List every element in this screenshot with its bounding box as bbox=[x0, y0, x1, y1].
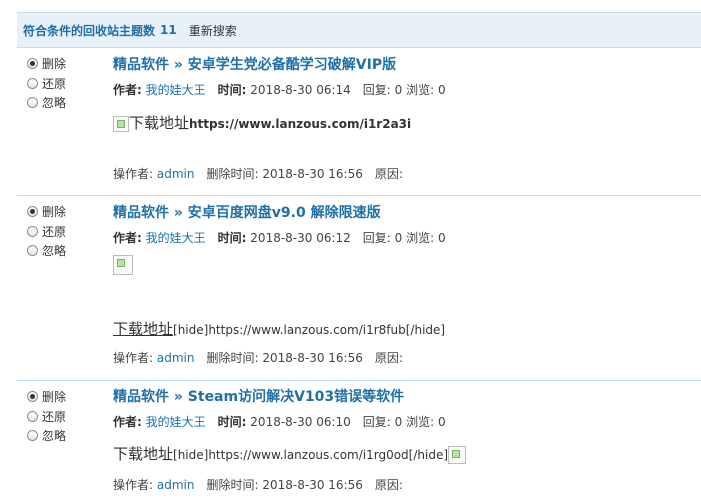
delete-info: 操作者: admin 删除时间: 2018-8-30 16:56 原因: bbox=[113, 351, 403, 365]
broken-image-icon bbox=[113, 255, 133, 275]
radio-ignore[interactable]: 忽略 bbox=[27, 426, 66, 446]
thread-meta: 作者: 我的娃大王 时间: 2018-8-30 06:14 回复: 0 浏览: 0 bbox=[113, 83, 446, 97]
radio-unchecked-icon[interactable] bbox=[27, 225, 38, 237]
action-radio-group: 删除 还原 忽略 bbox=[27, 54, 66, 113]
thread-title[interactable]: 精品软件 » Steam访问解决V103错误等软件 bbox=[113, 386, 404, 406]
results-header: 符合条件的回收站主题数 11 重新搜索 bbox=[17, 12, 701, 48]
radio-delete[interactable]: 删除 bbox=[27, 202, 66, 222]
radio-checked-icon[interactable] bbox=[27, 206, 38, 218]
download-url: https://www.lanzous.com/i1r2a3i bbox=[189, 117, 412, 131]
radio-unchecked-icon[interactable] bbox=[27, 430, 38, 442]
author-link[interactable]: 我的娃大王 bbox=[146, 415, 206, 429]
author-link[interactable]: 我的娃大王 bbox=[146, 83, 206, 97]
operator-link[interactable]: admin bbox=[157, 478, 195, 492]
recycle-item: 删除 还原 忽略 精品软件 » 安卓百度网盘v9.0 解除限速版 作者: 我的娃… bbox=[17, 196, 701, 381]
recycle-item: 删除 还原 忽略 精品软件 » 安卓学生党必备酷学习破解VIP版 作者: 我的娃… bbox=[17, 48, 701, 196]
radio-checked-icon[interactable] bbox=[27, 58, 38, 70]
radio-checked-icon[interactable] bbox=[27, 391, 38, 403]
radio-ignore[interactable]: 忽略 bbox=[27, 93, 66, 113]
radio-delete[interactable]: 删除 bbox=[27, 54, 66, 74]
thread-body: 下载地址[hide]https://www.lanzous.com/i1r8fu… bbox=[113, 318, 445, 339]
thread-title[interactable]: 精品软件 » 安卓百度网盘v9.0 解除限速版 bbox=[113, 202, 381, 222]
thread-meta: 作者: 我的娃大王 时间: 2018-8-30 06:12 回复: 0 浏览: 0 bbox=[113, 231, 446, 245]
action-radio-group: 删除 还原 忽略 bbox=[27, 387, 66, 446]
thread-meta: 作者: 我的娃大王 时间: 2018-8-30 06:10 回复: 0 浏览: 0 bbox=[113, 415, 446, 429]
research-link[interactable]: 重新搜索 bbox=[189, 22, 237, 39]
download-label: 下载地址 bbox=[113, 445, 174, 463]
download-url: [hide]https://www.lanzous.com/i1r8fub[/h… bbox=[173, 323, 446, 337]
broken-image-icon bbox=[113, 115, 129, 132]
radio-restore[interactable]: 还原 bbox=[27, 222, 66, 242]
download-url: [hide]https://www.lanzous.com/i1rg0od[/h… bbox=[173, 448, 449, 462]
broken-image-icon bbox=[448, 445, 467, 464]
thread-image bbox=[113, 255, 133, 275]
operator-link[interactable]: admin bbox=[157, 167, 195, 181]
results-title: 符合条件的回收站主题数 bbox=[23, 23, 156, 38]
recycle-item: 删除 还原 忽略 精品软件 » Steam访问解决V103错误等软件 作者: 我… bbox=[17, 381, 701, 501]
thread-body: 下载地址https://www.lanzous.com/i1r2a3i bbox=[113, 112, 411, 133]
thread-title[interactable]: 精品软件 » 安卓学生党必备酷学习破解VIP版 bbox=[113, 54, 396, 74]
download-label[interactable]: 下载地址 bbox=[113, 320, 173, 338]
action-radio-group: 删除 还原 忽略 bbox=[27, 202, 66, 261]
author-link[interactable]: 我的娃大王 bbox=[146, 231, 206, 245]
delete-info: 操作者: admin 删除时间: 2018-8-30 16:56 原因: bbox=[113, 478, 403, 492]
results-count: 11 bbox=[160, 23, 177, 37]
radio-restore[interactable]: 还原 bbox=[27, 407, 66, 427]
radio-unchecked-icon[interactable] bbox=[27, 97, 38, 109]
radio-unchecked-icon[interactable] bbox=[27, 77, 38, 89]
operator-link[interactable]: admin bbox=[157, 351, 195, 365]
delete-info: 操作者: admin 删除时间: 2018-8-30 16:56 原因: bbox=[113, 167, 403, 181]
radio-unchecked-icon[interactable] bbox=[27, 410, 38, 422]
radio-unchecked-icon[interactable] bbox=[27, 245, 38, 257]
thread-body: 下载地址[hide]https://www.lanzous.com/i1rg0o… bbox=[113, 443, 467, 464]
radio-delete[interactable]: 删除 bbox=[27, 387, 66, 407]
radio-restore[interactable]: 还原 bbox=[27, 74, 66, 94]
download-label: 下载地址 bbox=[129, 114, 190, 132]
radio-ignore[interactable]: 忽略 bbox=[27, 241, 66, 261]
